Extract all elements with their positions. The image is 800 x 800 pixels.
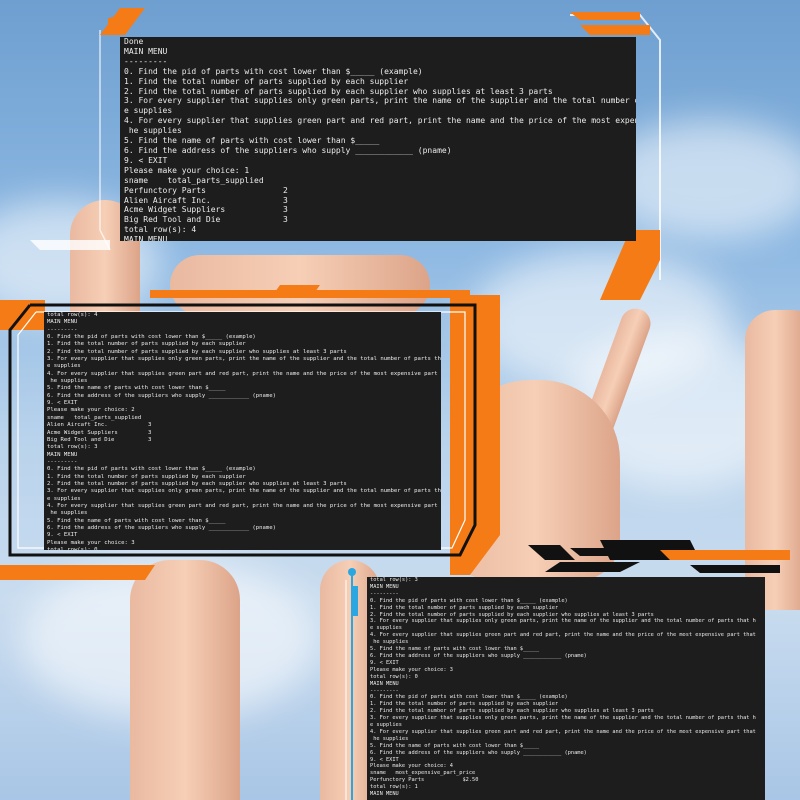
terminal-line: 4. For every supplier that supplies gree… <box>124 116 636 126</box>
terminal-line: 9. < EXIT <box>47 400 78 407</box>
terminal-line: Please make your choice: 1 <box>124 165 250 175</box>
terminal-line: 1. Find the total number of parts suppli… <box>370 701 559 708</box>
terminal-line: 1. Find the total number of parts suppli… <box>124 76 409 86</box>
terminal-line: 5. Find the name of parts with cost lowe… <box>124 136 380 146</box>
terminal-line: MAIN MENU <box>47 319 78 326</box>
terminal-line: --------- <box>370 590 399 597</box>
terminal-line: sname most_expensive_part_price <box>370 770 476 777</box>
terminal-line: Please make your choice: 3 <box>370 666 453 673</box>
terminal-line: 0. Find the pid of parts with cost lower… <box>47 334 256 341</box>
terminal-line: total row(s): 0 <box>370 673 418 680</box>
terminal-line: 2. Find the total number of parts suppli… <box>47 348 347 355</box>
terminal-line: 9. < EXIT <box>124 155 168 165</box>
terminal-line: --------- <box>124 56 168 66</box>
terminal-line: Big Red Tool and Die 3 <box>124 215 288 225</box>
terminal-line: 9. < EXIT <box>47 532 78 539</box>
terminal-line: 2. Find the total number of parts suppli… <box>370 708 654 715</box>
terminal-line: 3. For every supplier that supplies only… <box>370 618 756 625</box>
terminal-line: 6. Find the address of the suppliers who… <box>124 145 452 155</box>
terminal-line: MAIN MENU <box>124 46 168 56</box>
terminal-line: total row(s): 1 <box>370 784 418 791</box>
terminal-line: 2. Find the total number of parts suppli… <box>47 480 347 487</box>
terminal-line: total row(s): 3 <box>47 444 98 451</box>
terminal-line: Please make your choice: 2 <box>47 407 135 414</box>
terminal-line: 2. Find the total number of parts suppli… <box>124 86 553 96</box>
terminal-left: total row(s): 4 MAIN MENU --------- 0. Find… <box>44 312 441 550</box>
terminal-line: 4. For every supplier that supplies gree… <box>370 632 756 639</box>
terminal-line: 6. Find the address of the suppliers who… <box>370 749 587 756</box>
terminal-line: MAIN MENU <box>370 791 399 798</box>
terminal-line: Done <box>124 37 144 46</box>
terminal-line: 3. For every supplier that supplies only… <box>370 715 756 722</box>
terminal-line: MAIN MENU <box>370 583 399 590</box>
terminal-line: Big Red Tool and Die 3 <box>47 436 152 443</box>
terminal-line: Please make your choice: 3 <box>47 539 135 546</box>
terminal-line: Acme Widget Suppliers 3 <box>47 429 152 436</box>
terminal-line: 0. Find the pid of parts with cost lower… <box>370 694 568 701</box>
terminal-line: Perfunctory Parts 2 <box>124 185 288 195</box>
terminal-line: 0. Find the pid of parts with cost lower… <box>370 597 568 604</box>
terminal-bottom: total row(s): 3 MAIN MENU --------- 0. Find… <box>367 577 765 800</box>
terminal-line: 4. For every supplier that supplies gree… <box>370 728 756 735</box>
terminal-line: 1. Find the total number of parts suppli… <box>47 473 246 480</box>
terminal-line: 5. Find the name of parts with cost lowe… <box>370 646 540 653</box>
terminal-line: he supplies <box>370 639 409 646</box>
terminal-line: total row(s): 4 <box>124 225 197 235</box>
terminal-line: e supplies <box>124 106 173 116</box>
terminal-line: he supplies <box>370 735 409 742</box>
terminal-line: 0. Find the pid of parts with cost lower… <box>124 66 423 76</box>
terminal-line: 6. Find the address of the suppliers who… <box>370 652 587 659</box>
terminal-line: 4. For every supplier that supplies gree… <box>47 502 441 509</box>
terminal-line: he supplies <box>47 510 88 517</box>
terminal-line: --------- <box>47 326 78 333</box>
terminal-line: --------- <box>47 458 78 465</box>
terminal-line: Perfunctory Parts $2.50 <box>370 777 479 784</box>
terminal-line: MAIN MENU <box>47 451 78 458</box>
terminal-line: e supplies <box>370 722 402 729</box>
terminal-line: total row(s): 3 <box>370 577 418 583</box>
terminal-line: MAIN MENU <box>370 680 399 687</box>
terminal-line: 3. For every supplier that supplies only… <box>47 488 441 495</box>
terminal-line: 0. Find the pid of parts with cost lower… <box>47 466 256 473</box>
terminal-line: total row(s): 4 <box>47 312 98 318</box>
terminal-line: e supplies <box>370 625 402 632</box>
terminal-line: e supplies <box>47 495 81 502</box>
terminal-line: Acme Widget Suppliers 3 <box>124 205 288 215</box>
terminal-line: 3. For every supplier that supplies only… <box>124 96 636 106</box>
terminal-line: MAIN MENU <box>124 235 168 241</box>
terminal-line: 5. Find the name of parts with cost lowe… <box>370 742 540 749</box>
terminal-line: 6. Find the address of the suppliers who… <box>47 524 277 531</box>
terminal-line: 3. For every supplier that supplies only… <box>47 356 441 363</box>
terminal-line: --------- <box>370 687 399 694</box>
terminal-line: 5. Find the name of parts with cost lowe… <box>47 517 226 524</box>
terminal-line: 9. < EXIT <box>370 756 399 763</box>
terminal-line: Alien Aircaft Inc. 3 <box>47 422 152 429</box>
terminal-line: sname total_parts_supplied <box>124 175 264 185</box>
terminal-line: 2. Find the total number of parts suppli… <box>370 611 654 618</box>
terminal-line: 6. Find the address of the suppliers who… <box>47 392 277 399</box>
terminal-line: 4. For every supplier that supplies gree… <box>47 370 441 377</box>
terminal-line: 5. Find the name of parts with cost lowe… <box>47 385 226 392</box>
terminal-line: Alien Aircaft Inc. 3 <box>124 195 288 205</box>
terminal-top: Done MAIN MENU --------- 0. Find the pid of… <box>120 37 636 241</box>
terminal-line: 9. < EXIT <box>370 659 399 666</box>
terminal-line: he supplies <box>47 378 88 385</box>
terminal-line: he supplies <box>124 126 182 136</box>
terminal-line: total row(s): 0 <box>47 547 98 550</box>
terminal-line: Please make your choice: 4 <box>370 763 453 770</box>
terminal-line: 1. Find the total number of parts suppli… <box>47 341 246 348</box>
terminal-line: e supplies <box>47 363 81 370</box>
terminal-line: sname total_parts_supplied <box>47 414 142 421</box>
terminal-line: 1. Find the total number of parts suppli… <box>370 604 559 611</box>
